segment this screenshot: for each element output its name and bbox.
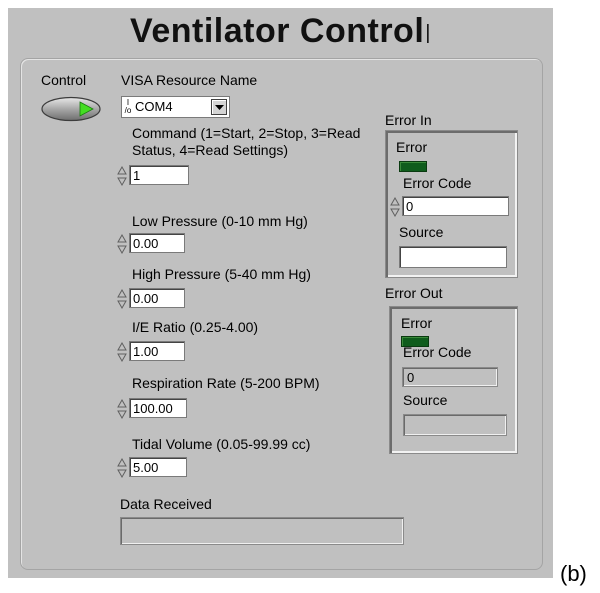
error-out-code-label: Error Code: [403, 344, 472, 360]
error-out-code-indicator: 0: [402, 367, 498, 387]
high-pressure-label: High Pressure (5-40 mm Hg): [132, 266, 311, 282]
error-in-code-input[interactable]: 0: [402, 196, 509, 216]
error-out-status-label: Error: [401, 315, 433, 331]
visa-resource-value: COM4: [135, 99, 173, 114]
tidal-volume-control: 5.00: [117, 457, 189, 479]
ie-ratio-control: 1.00: [117, 341, 189, 363]
high-pressure-input[interactable]: 0.00: [129, 288, 185, 308]
command-input[interactable]: 1: [129, 165, 189, 185]
respiration-rate-label: Respiration Rate (5-200 BPM): [132, 375, 320, 391]
figure-label: (b): [560, 561, 587, 586]
error-out-source-indicator: [403, 414, 507, 436]
low-pressure-label: Low Pressure (0-10 mm Hg): [132, 213, 308, 229]
increment-decrement-icon[interactable]: [117, 166, 127, 186]
increment-decrement-icon[interactable]: [117, 399, 127, 419]
front-panel: Ventilator Control| Control VISA Resourc…: [8, 8, 553, 578]
increment-decrement-icon[interactable]: [117, 458, 127, 478]
error-out-source-label: Source: [403, 392, 448, 408]
command-label: Command (1=Start, 2=Stop, 3=Read Status,…: [132, 125, 361, 158]
tidal-volume-label: Tidal Volume (0.05-99.99 cc): [132, 436, 311, 452]
increment-decrement-icon[interactable]: [117, 342, 127, 362]
error-in-code-control: 0: [390, 196, 509, 218]
error-in-title: Error In: [385, 112, 432, 128]
respiration-rate-control: 100.00: [117, 398, 189, 420]
control-button[interactable]: [40, 96, 102, 122]
error-in-status-led[interactable]: [399, 161, 427, 172]
panel-title-text: Ventilator Control: [130, 12, 425, 50]
data-received-indicator: [120, 517, 404, 545]
high-pressure-control: 0.00: [117, 288, 189, 310]
error-in-source-label: Source: [399, 224, 444, 240]
visa-label: VISA Resource Name: [121, 72, 258, 88]
ie-ratio-input[interactable]: 1.00: [129, 341, 185, 361]
tidal-volume-input[interactable]: 5.00: [129, 457, 187, 477]
increment-decrement-icon[interactable]: [117, 234, 127, 254]
increment-decrement-icon[interactable]: [117, 289, 127, 309]
error-in-code-label: Error Code: [403, 175, 472, 191]
low-pressure-control: 0.00: [117, 233, 189, 255]
low-pressure-input[interactable]: 0.00: [129, 233, 185, 253]
respiration-rate-input[interactable]: 100.00: [129, 398, 187, 418]
dropdown-arrow-icon[interactable]: [211, 99, 227, 115]
error-in-status-label: Error: [396, 139, 428, 155]
control-label: Control: [41, 72, 87, 88]
increment-decrement-icon[interactable]: [390, 197, 400, 217]
io-icon: I/o: [124, 98, 132, 115]
visa-resource-selector[interactable]: I/o COM4: [121, 96, 230, 118]
ie-ratio-label: I/E Ratio (0.25-4.00): [132, 319, 259, 335]
data-received-label: Data Received: [120, 496, 212, 512]
panel-title: Ventilator Control|: [8, 12, 553, 51]
command-control: 1: [117, 165, 189, 187]
error-out-title: Error Out: [385, 285, 443, 301]
error-in-source-input[interactable]: [399, 246, 507, 268]
text-cursor: |: [425, 22, 431, 44]
